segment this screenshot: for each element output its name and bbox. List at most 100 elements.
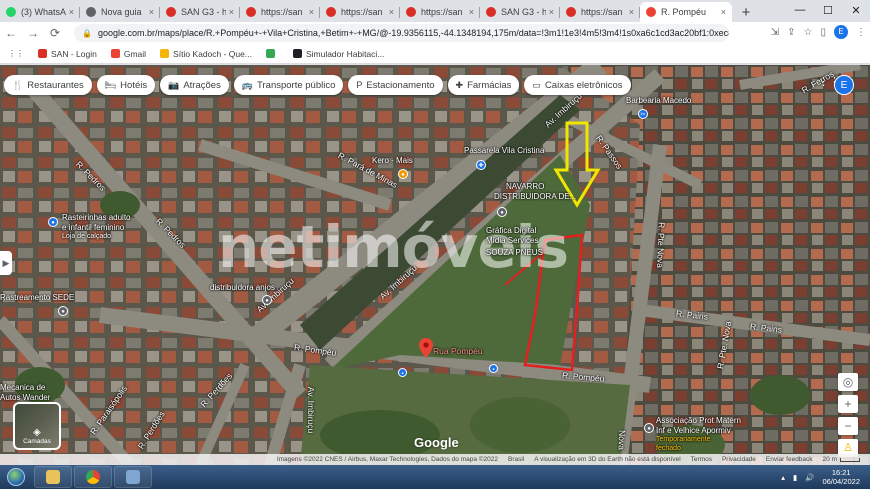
bookmark-item[interactable] <box>265 49 279 58</box>
category-chip[interactable]: 🚌 Transporte público <box>233 75 344 95</box>
poi-label[interactable]: Passarela Vila Cristina <box>464 146 544 155</box>
bus-stop-icon[interactable]: ▪ <box>489 364 498 373</box>
poi-label[interactable]: Loja de calçado <box>62 233 111 240</box>
expand-panel-button[interactable]: ▶ <box>0 251 12 275</box>
browser-tab[interactable]: https://san × <box>320 2 400 22</box>
bookmarks-bar: ⋮⋮ SAN - Login Gmail Sítio Kadoch - Que... S… <box>0 44 870 64</box>
layers-button[interactable]: ◈ Camadas <box>13 402 61 450</box>
maximize-button[interactable]: ☐ <box>814 0 842 20</box>
bookmark-item[interactable]: Simulador Habitaci... <box>292 49 384 59</box>
poi-label[interactable]: Gráfica Digital <box>486 226 536 235</box>
bookmark-star-icon[interactable]: ☆ <box>804 27 813 38</box>
pin-label[interactable]: Rua Pompéu <box>433 346 483 356</box>
category-chip[interactable]: ▭ Caixas eletrônicos <box>524 75 631 95</box>
poi-label[interactable]: Inf e Velhice Apormiv <box>656 426 731 435</box>
scale-indicator[interactable]: 20 m <box>823 456 860 463</box>
bookmark-item[interactable]: Gmail <box>110 49 146 59</box>
poi-label[interactable]: fechado <box>656 445 681 452</box>
category-chip[interactable]: 📷 Atrações <box>160 75 229 95</box>
address-toolbar: ← → ⟳ 🔒 google.com.br/maps/place/R.+Pomp… <box>0 22 870 44</box>
share-icon[interactable]: ⇪ <box>787 27 795 38</box>
shop-icon[interactable]: ● <box>262 295 272 305</box>
shop-icon[interactable]: ● <box>58 306 68 316</box>
bookmark-item[interactable]: SAN - Login <box>38 49 97 59</box>
clock[interactable]: 16:21 06/04/2022 <box>822 468 860 486</box>
forward-button[interactable]: → <box>22 26 44 40</box>
minimize-button[interactable]: — <box>786 0 814 20</box>
poi-label[interactable]: Barbearia Macedo <box>626 96 691 105</box>
map-canvas[interactable]: netimóveis R. Pompéu R. Pompéu Av. Imbir… <box>0 65 870 465</box>
location-pin-icon[interactable] <box>419 338 433 358</box>
poi-label[interactable]: Kero - Mais <box>372 156 413 165</box>
attrib-link[interactable]: Termos <box>691 456 712 463</box>
new-tab-button[interactable]: + <box>736 2 756 22</box>
install-app-icon[interactable]: ⇲ <box>771 27 779 38</box>
bus-stop-icon[interactable]: ▪ <box>398 368 407 377</box>
browser-tab[interactable]: R. Pompéu × <box>640 2 732 22</box>
zoom-out-button[interactable]: − <box>838 417 858 435</box>
bookmark-item[interactable]: Sítio Kadoch - Que... <box>160 49 252 59</box>
poi-label[interactable]: Mídia Services <box>486 236 538 245</box>
close-tab-icon[interactable]: × <box>69 7 74 17</box>
poi-label[interactable]: Associação Prot Matern <box>656 416 741 425</box>
close-tab-icon[interactable]: × <box>549 7 554 17</box>
poi-label[interactable]: Mecanica de <box>0 383 45 392</box>
close-tab-icon[interactable]: × <box>629 7 634 17</box>
browser-tab[interactable]: Nova guia × <box>80 2 160 22</box>
attrib-link[interactable]: A visualização em 3D do Earth não está d… <box>534 456 680 463</box>
close-window-button[interactable]: ✕ <box>842 0 870 20</box>
account-avatar[interactable]: E <box>834 75 854 95</box>
browser-tab[interactable]: SAN G3 - h × <box>480 2 560 22</box>
poi-label[interactable]: e infantil feminino <box>62 223 124 232</box>
volume-icon[interactable]: 🔊 <box>805 473 814 482</box>
tray-arrow-icon[interactable]: ▴ <box>781 473 785 482</box>
poi-label[interactable]: Autos Wander <box>0 393 50 402</box>
shop-icon[interactable]: ● <box>48 217 58 227</box>
attrib-link[interactable]: Privacidade <box>722 456 756 463</box>
scissors-icon[interactable]: ✂ <box>638 109 648 119</box>
menu-kebab-icon[interactable]: ⋮ <box>856 27 866 38</box>
apps-grid-icon[interactable]: ⋮⋮ <box>818 75 840 89</box>
close-tab-icon[interactable]: × <box>721 7 726 17</box>
close-tab-icon[interactable]: × <box>149 7 154 17</box>
poi-label[interactable]: Temporariamente <box>656 436 710 443</box>
close-tab-icon[interactable]: × <box>309 7 314 17</box>
url-bar[interactable]: 🔒 google.com.br/maps/place/R.+Pompéu+-+V… <box>74 24 729 42</box>
browser-tab[interactable]: https://san × <box>240 2 320 22</box>
profile-avatar[interactable]: E <box>834 25 848 39</box>
close-tab-icon[interactable]: × <box>389 7 394 17</box>
network-icon[interactable]: ▮ <box>793 473 797 482</box>
poi-label[interactable]: Rasteirinhas adulto <box>62 213 130 222</box>
taskbar-app[interactable] <box>114 466 152 488</box>
sidebar-icon[interactable]: ▯ <box>820 27 826 38</box>
close-tab-icon[interactable]: × <box>229 7 234 17</box>
zoom-in-button[interactable]: + <box>838 395 858 413</box>
attrib-link[interactable]: Enviar feedback <box>766 456 813 463</box>
browser-tab[interactable]: https://san × <box>560 2 640 22</box>
poi-label[interactable]: DISTRIBUIDORA DE... <box>494 192 576 201</box>
start-button[interactable] <box>0 465 32 489</box>
attrib-link[interactable]: Brasil <box>508 456 524 463</box>
reload-button[interactable]: ⟳ <box>44 26 66 40</box>
category-chip[interactable]: 🛏 Hotéis <box>96 75 156 95</box>
taskbar-explorer[interactable] <box>34 466 72 488</box>
shop-icon[interactable]: ● <box>398 169 408 179</box>
close-tab-icon[interactable]: × <box>469 7 474 17</box>
browser-tab[interactable]: SAN G3 - h × <box>160 2 240 22</box>
poi-label[interactable]: SOUZA PNEUS <box>486 248 543 257</box>
taskbar-chrome[interactable] <box>74 466 112 488</box>
transit-icon[interactable]: ✚ <box>476 160 486 170</box>
poi-label[interactable]: distribuidora anjos <box>210 283 275 292</box>
category-chip[interactable]: 🍴 Restaurantes <box>4 75 92 95</box>
building-icon[interactable]: ● <box>644 423 654 433</box>
apps-icon[interactable]: ⋮⋮ <box>8 49 24 58</box>
back-button[interactable]: ← <box>0 26 22 40</box>
my-location-button[interactable]: ◎ <box>838 373 858 391</box>
category-chip[interactable]: P Estacionamento <box>348 75 443 95</box>
poi-label[interactable]: Rastreamento SEDE <box>0 293 74 302</box>
poi-label[interactable]: NAVARRO <box>506 182 544 191</box>
shop-icon[interactable]: ● <box>497 207 507 217</box>
category-chip[interactable]: ✚ Farmácias <box>447 75 520 95</box>
browser-tab[interactable]: https://san × <box>400 2 480 22</box>
browser-tab[interactable]: (3) WhatsApp× <box>0 2 80 22</box>
